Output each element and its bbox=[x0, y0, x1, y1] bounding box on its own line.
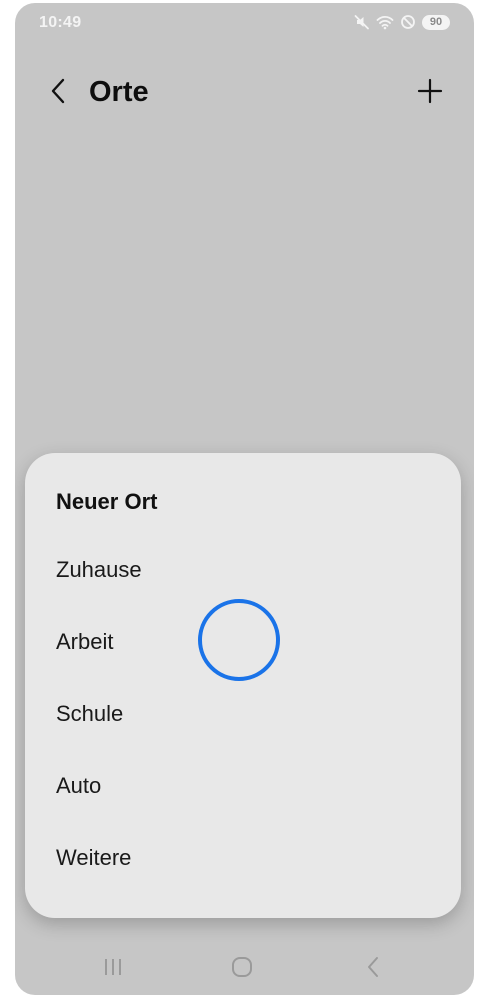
popup-title: Neuer Ort bbox=[56, 489, 158, 514]
plus-icon bbox=[417, 78, 443, 109]
mute-icon bbox=[354, 14, 370, 30]
recent-apps-icon bbox=[102, 957, 124, 982]
do-not-disturb-icon bbox=[400, 14, 416, 30]
chevron-left-icon bbox=[49, 77, 69, 110]
status-bar: 10:49 90 bbox=[15, 3, 474, 43]
recent-apps-button[interactable] bbox=[91, 949, 135, 989]
menu-item-arbeit[interactable]: Arbeit bbox=[25, 612, 461, 672]
page-title: Orte bbox=[89, 76, 149, 108]
menu-item-label: Arbeit bbox=[56, 629, 114, 654]
menu-item-label: Zuhause bbox=[56, 557, 142, 582]
phone-screen: 10:49 90 Orte Neuer Ort Zuhause Arbeit S… bbox=[15, 3, 474, 995]
status-icons: 90 bbox=[354, 14, 450, 30]
menu-item-label: Schule bbox=[56, 701, 124, 726]
battery-indicator: 90 bbox=[422, 14, 450, 30]
menu-item-auto[interactable]: Auto bbox=[25, 756, 461, 816]
system-nav-bar bbox=[15, 943, 474, 995]
menu-item-label: Weitere bbox=[56, 845, 132, 870]
back-icon bbox=[364, 955, 382, 984]
menu-item-schule[interactable]: Schule bbox=[25, 684, 461, 744]
app-header: Orte bbox=[15, 63, 474, 123]
status-time: 10:49 bbox=[39, 14, 82, 31]
back-button[interactable] bbox=[41, 75, 77, 111]
add-place-button[interactable] bbox=[410, 73, 450, 113]
wifi-icon bbox=[376, 14, 394, 30]
home-button[interactable] bbox=[220, 949, 264, 989]
menu-item-zuhause[interactable]: Zuhause bbox=[25, 540, 461, 600]
menu-item-label: Auto bbox=[56, 773, 102, 798]
nav-back-button[interactable] bbox=[351, 949, 395, 989]
menu-item-weitere[interactable]: Weitere bbox=[25, 828, 461, 888]
home-icon bbox=[230, 955, 254, 984]
new-place-popup: Neuer Ort Zuhause Arbeit Schule Auto Wei… bbox=[25, 453, 461, 918]
